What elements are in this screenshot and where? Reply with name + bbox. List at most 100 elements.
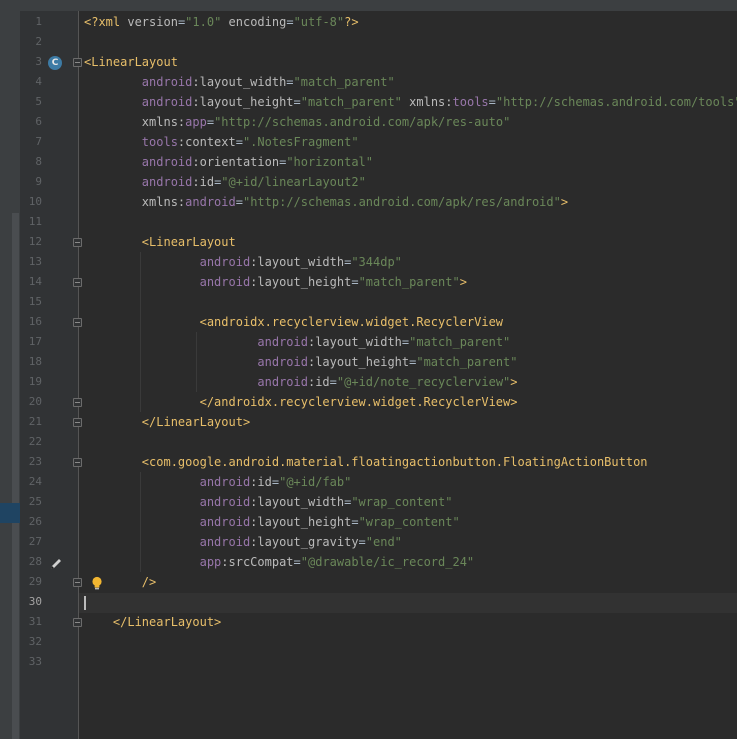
code-token: <com.google.android.material.floatingact… (141, 455, 648, 469)
code-line[interactable]: android:id="@+id/note_recyclerview"> (84, 372, 518, 392)
line-number: 3 (35, 55, 42, 68)
fold-icon[interactable] (73, 278, 82, 287)
line-number: 16 (28, 315, 42, 328)
pencil-icon[interactable] (49, 557, 63, 571)
code-token: "1.0" (185, 15, 222, 29)
code-token: android (199, 475, 251, 489)
code-token: "http://schemas.android.com/apk/res-auto… (214, 115, 511, 129)
line-number: 19 (28, 375, 42, 388)
code-token: <LinearLayout (141, 235, 236, 249)
left-scrollbar[interactable] (12, 213, 19, 739)
line-number: 20 (28, 395, 42, 408)
code-line[interactable]: android:layout_width="344dp" (84, 252, 402, 272)
fold-icon[interactable] (73, 238, 82, 247)
code-token: android (141, 75, 193, 89)
code-token: android (199, 495, 251, 509)
editor-top-border (0, 0, 737, 11)
fold-icon[interactable] (73, 418, 82, 427)
code-line[interactable]: </LinearLayout> (84, 612, 221, 632)
line-number: 6 (35, 115, 42, 128)
code-token: ?> (344, 15, 359, 29)
code-token: = (286, 15, 294, 29)
code-line[interactable]: /> (84, 572, 156, 592)
code-token: = (293, 555, 301, 569)
line-number: 14 (28, 275, 42, 288)
code-token: <androidx.recyclerview.widget.RecyclerVi… (199, 315, 504, 329)
code-line[interactable]: <LinearLayout (84, 52, 178, 72)
code-token: "@+id/fab" (279, 475, 352, 489)
code-line[interactable]: android:layout_height="match_parent"> (84, 272, 467, 292)
code-line[interactable]: app:srcCompat="@drawable/ic_record_24" (84, 552, 475, 572)
code-editor[interactable]: 1 2 3 4 5 6 7 8 9 10 11 12 13 14 15 16 17 18 19 20 21 22 23 24 2… (0, 0, 737, 739)
code-token: ".NotesFragment" (242, 135, 359, 149)
code-line[interactable]: xmlns:android="http://schemas.android.co… (84, 192, 568, 212)
code-token: = (351, 275, 359, 289)
code-line[interactable]: tools:context=".NotesFragment" (84, 132, 359, 152)
fold-icon[interactable] (73, 578, 82, 587)
code-token: :layout_width (307, 335, 402, 349)
line-number: 11 (28, 215, 42, 228)
code-token: android (199, 515, 251, 529)
code-line[interactable]: xmlns:app="http://schemas.android.com/ap… (84, 112, 511, 132)
code-token: android (199, 535, 251, 549)
code-token: > (459, 275, 467, 289)
code-token: :context (177, 135, 236, 149)
code-token: "http://schemas.android.com/apk/res/andr… (242, 195, 561, 209)
line-number: 24 (28, 475, 42, 488)
code-line[interactable]: android:id="@+id/linearLayout2" (84, 172, 366, 192)
code-token: > (510, 375, 518, 389)
code-token: android (199, 255, 251, 269)
code-token: = (235, 195, 243, 209)
code-token: <LinearLayout (84, 55, 178, 69)
left-marker-highlight (0, 503, 20, 523)
line-number: 26 (28, 515, 42, 528)
code-token: = (358, 535, 366, 549)
code-token: </LinearLayout> (141, 415, 251, 429)
code-token: </LinearLayout> (112, 615, 222, 629)
code-line[interactable]: android:id="@+id/fab" (84, 472, 352, 492)
code-token: /> (141, 575, 157, 589)
code-line[interactable]: android:layout_height="match_parent" xml… (84, 92, 737, 112)
code-line[interactable]: </androidx.recyclerview.widget.RecyclerV… (84, 392, 518, 412)
fold-icon[interactable] (73, 618, 82, 627)
code-token: "match_parent" (416, 355, 518, 369)
code-line[interactable]: <?xml version="1.0" encoding="utf-8"?> (84, 12, 359, 32)
code-token: tools (452, 95, 489, 109)
code-token: xmlns: (141, 115, 186, 129)
code-line[interactable]: <androidx.recyclerview.widget.RecyclerVi… (84, 312, 503, 332)
line-number: 18 (28, 355, 42, 368)
fold-icon[interactable] (73, 318, 82, 327)
code-line[interactable]: android:layout_height="match_parent" (84, 352, 518, 372)
code-token: = (271, 475, 280, 489)
code-line[interactable]: </LinearLayout> (84, 412, 250, 432)
class-icon[interactable]: C (48, 56, 62, 70)
code-line[interactable]: android:layout_width="wrap_content" (84, 492, 453, 512)
code-line[interactable]: <com.google.android.material.floatingact… (84, 452, 648, 472)
code-line[interactable]: android:orientation="horizontal" (84, 152, 373, 172)
fold-icon[interactable] (73, 398, 82, 407)
fold-icon[interactable] (73, 58, 82, 67)
line-number: 25 (28, 495, 42, 508)
code-token: :srcCompat (221, 555, 294, 569)
code-line[interactable]: android:layout_width="match_parent" (84, 72, 395, 92)
code-token: app (185, 115, 207, 129)
fold-icon[interactable] (73, 458, 82, 467)
code-token: encoding (228, 15, 287, 29)
line-number: 7 (35, 135, 42, 148)
line-number: 9 (35, 175, 42, 188)
line-number: 4 (35, 75, 42, 88)
code-line[interactable]: <LinearLayout (84, 232, 236, 252)
line-number: 15 (28, 295, 42, 308)
code-token: "match_parent" (293, 75, 395, 89)
code-token: > (560, 195, 569, 209)
code-line[interactable]: android:layout_width="match_parent" (84, 332, 510, 352)
code-line[interactable]: android:layout_height="wrap_content" (84, 512, 460, 532)
code-line[interactable]: android:layout_gravity="end" (84, 532, 402, 552)
